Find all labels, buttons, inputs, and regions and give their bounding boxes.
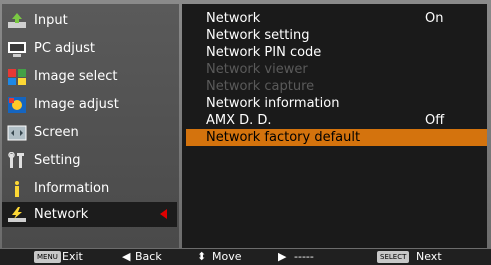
information-icon — [6, 179, 28, 199]
menu-item-setting[interactable]: Setting — [2, 148, 177, 173]
menu-item-label: Image adjust — [34, 97, 119, 112]
select-key-badge: SELECT — [377, 250, 410, 263]
submenu-row-value: Off — [425, 113, 445, 128]
setting-icon — [6, 151, 28, 171]
exit-hint: Exit — [62, 250, 83, 263]
network-submenu: Network On Network setting Network PIN c… — [182, 4, 487, 248]
screen-icon — [6, 123, 28, 143]
menu-item-image-select[interactable]: Image select — [2, 64, 177, 89]
input-icon — [6, 11, 28, 31]
pc-adjust-icon — [6, 39, 28, 59]
submenu-row-label: Network information — [206, 96, 340, 111]
submenu-row-network-setting[interactable]: Network setting — [186, 27, 487, 44]
menu-item-label: Image select — [34, 69, 118, 84]
menu-item-label: PC adjust — [34, 41, 95, 56]
menu-item-label: Information — [34, 181, 110, 196]
submenu-row-label: Network PIN code — [206, 45, 322, 60]
selection-marker-icon — [160, 209, 167, 219]
menu-item-label: Screen — [34, 125, 79, 140]
next-arrow-icon: ▶ — [278, 250, 287, 263]
key-guide-bar: MENU Exit ◀ Back ⬍ Move ▶ ----- SELECT N… — [0, 249, 491, 265]
next-hint: Next — [416, 250, 442, 263]
submenu-row-network-factory-default[interactable]: Network factory default — [186, 129, 487, 146]
menu-item-image-adjust[interactable]: Image adjust — [2, 92, 177, 117]
submenu-row-network-viewer: Network viewer — [186, 61, 487, 78]
menu-item-screen[interactable]: Screen — [2, 120, 177, 145]
move-hint: Move — [212, 250, 242, 263]
menu-item-label: Input — [34, 13, 68, 28]
projector-osd: Input PC adjust Image select Image adjus… — [0, 0, 491, 265]
submenu-row-network-pin-code[interactable]: Network PIN code — [186, 44, 487, 61]
menu-item-label: Network — [34, 207, 89, 222]
menu-item-information[interactable]: Information — [2, 176, 177, 201]
menu-item-pc-adjust[interactable]: PC adjust — [2, 36, 177, 61]
network-icon — [6, 205, 28, 225]
menu-item-label: Setting — [34, 153, 81, 168]
image-adjust-icon — [6, 95, 28, 115]
menu-key-badge: MENU — [34, 250, 61, 263]
menu-item-network[interactable]: Network — [2, 202, 177, 227]
image-select-icon — [6, 67, 28, 87]
submenu-row-amx-dd[interactable]: AMX D. D. Off — [186, 112, 487, 129]
submenu-row-label: Network factory default — [206, 130, 361, 145]
submenu-row-label: AMX D. D. — [206, 113, 272, 128]
submenu-row-label: Network setting — [206, 28, 310, 43]
back-arrow-icon: ◀ — [122, 250, 131, 263]
dashes-hint: ----- — [294, 250, 314, 263]
back-hint: Back — [135, 250, 162, 263]
submenu-row-label: Network viewer — [206, 62, 308, 77]
submenu-row-label: Network — [206, 11, 261, 26]
main-menu: Input PC adjust Image select Image adjus… — [2, 4, 179, 248]
submenu-row-value: On — [425, 11, 444, 26]
submenu-row-network[interactable]: Network On — [186, 10, 487, 27]
move-arrows-icon: ⬍ — [197, 250, 207, 263]
submenu-row-network-information[interactable]: Network information — [186, 95, 487, 112]
submenu-row-label: Network capture — [206, 79, 315, 94]
menu-item-input[interactable]: Input — [2, 8, 177, 33]
submenu-row-network-capture: Network capture — [186, 78, 487, 95]
